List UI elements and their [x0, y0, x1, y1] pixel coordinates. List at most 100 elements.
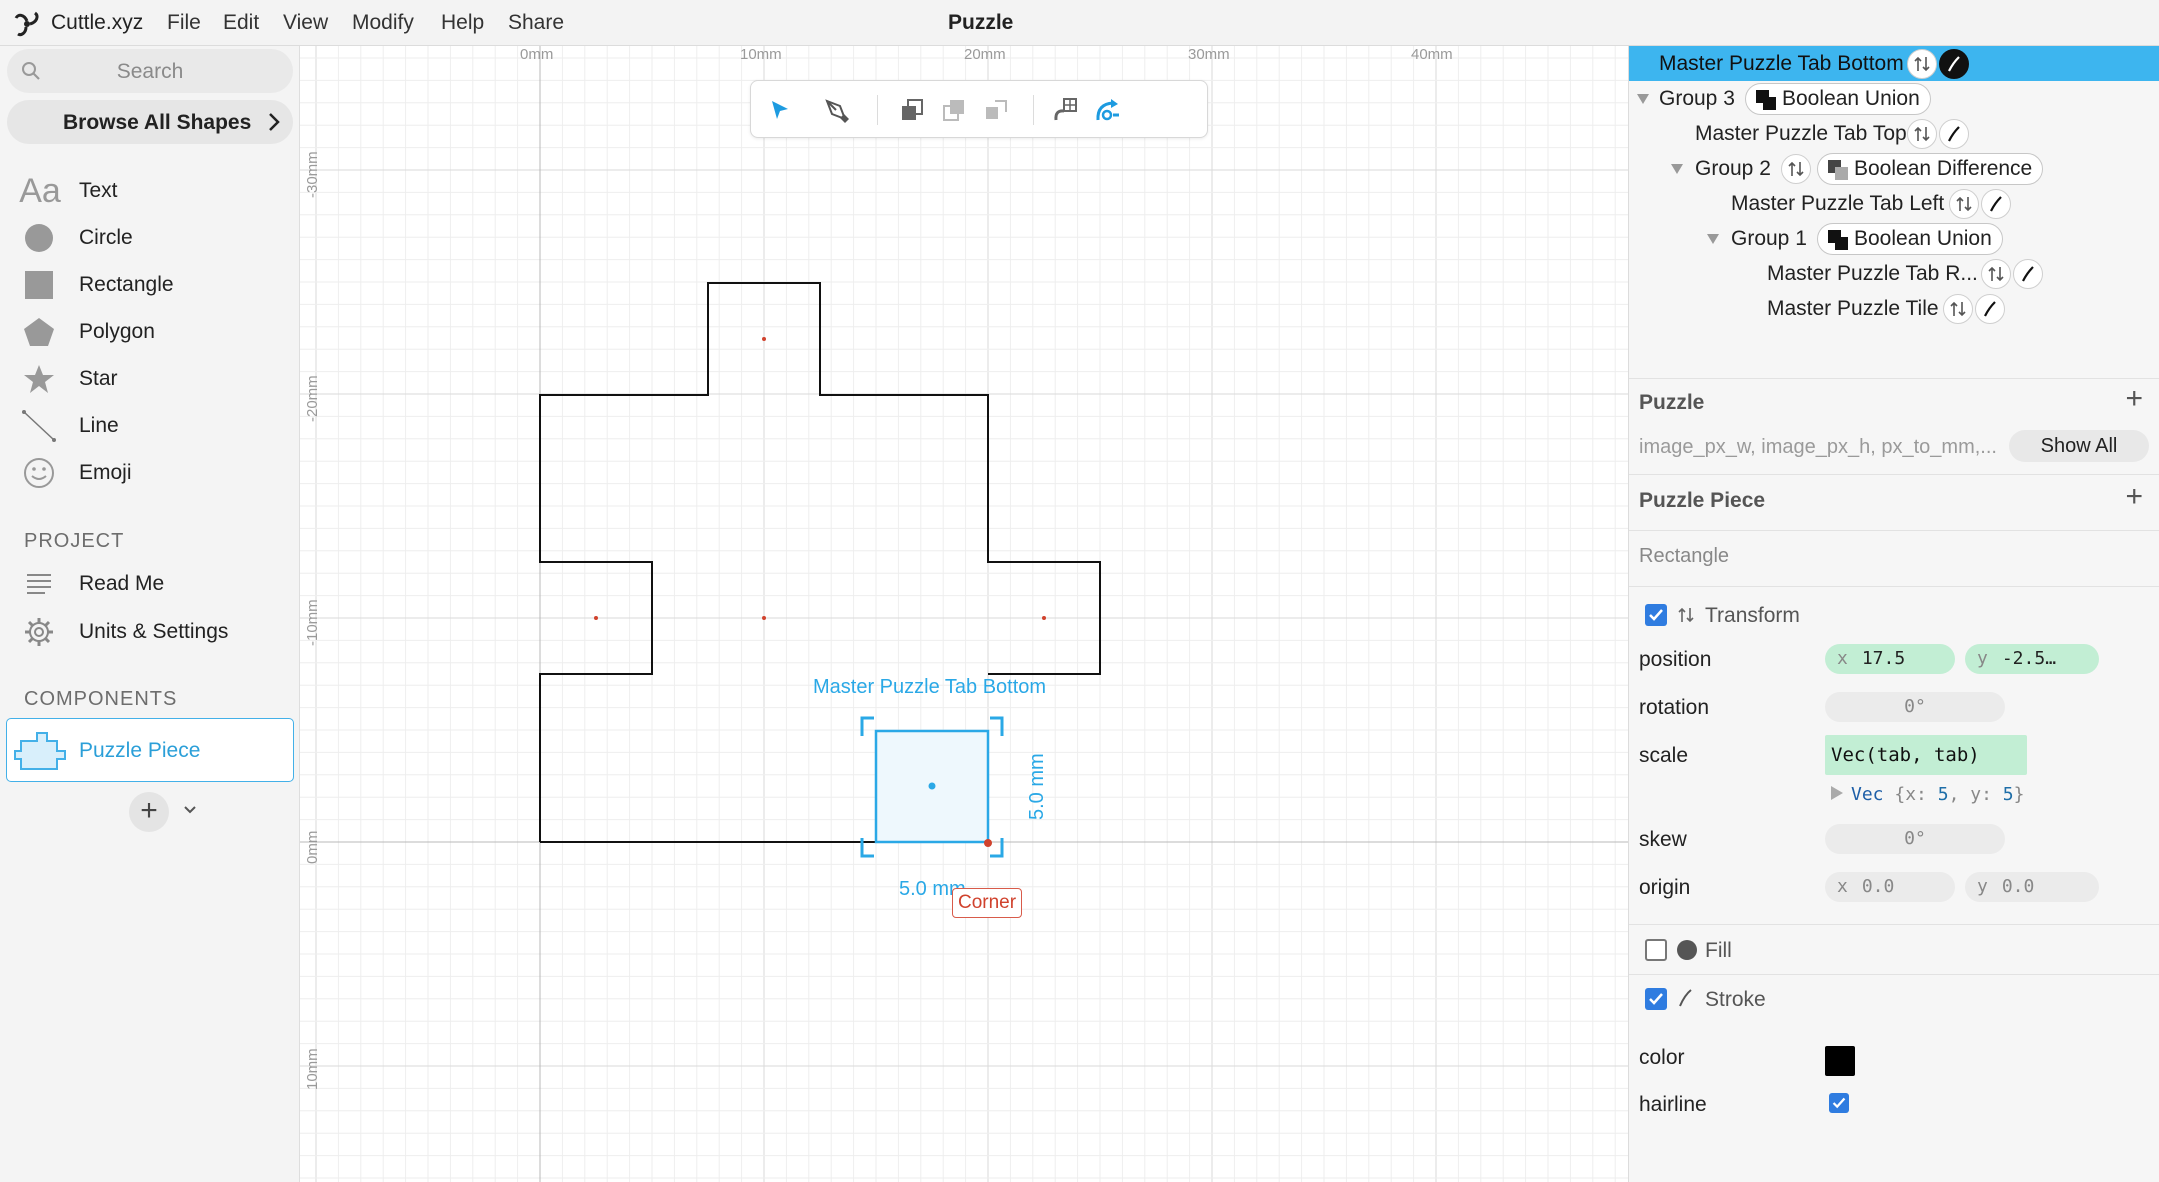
corner-point	[984, 839, 992, 847]
position-x-field[interactable]: x 17.5	[1825, 644, 1955, 674]
origin-x-field[interactable]: x 0.0	[1825, 872, 1955, 902]
stroke-path-icon[interactable]	[1939, 49, 1969, 79]
rotation-field[interactable]: 0°	[1825, 692, 2005, 722]
transform-icon	[1678, 607, 1694, 623]
shape-label: Star	[79, 367, 118, 390]
operation-label: Boolean Union	[1854, 227, 1992, 250]
send-backward-icon[interactable]	[937, 93, 971, 127]
chevron-down-icon[interactable]	[182, 802, 198, 818]
triangle-down-icon[interactable]	[1637, 94, 1649, 104]
select-arrow-icon[interactable]	[763, 93, 797, 127]
origin-y-field[interactable]: y 0.0	[1965, 872, 2099, 902]
stroke-path-icon[interactable]	[2013, 259, 2043, 289]
fill-checkbox[interactable]	[1645, 939, 1667, 961]
menu-modify[interactable]: Modify	[352, 11, 414, 35]
operation-label: Boolean Union	[1782, 87, 1920, 110]
tree-row-group-1[interactable]: Group 1 Boolean Union	[1629, 221, 2159, 256]
tree-row-label: Group 3	[1659, 87, 1735, 110]
transform-checkbox[interactable]	[1645, 604, 1667, 626]
bring-forward-icon[interactable]	[895, 93, 929, 127]
app-name[interactable]: Cuttle.xyz	[51, 11, 143, 35]
stroke-checkbox[interactable]	[1645, 988, 1667, 1010]
shape-item-star[interactable]: Star	[0, 356, 300, 400]
menu-edit[interactable]: Edit	[223, 11, 259, 35]
gear-icon	[22, 617, 56, 647]
cuttle-logo-icon[interactable]	[12, 10, 42, 38]
triangle-down-icon[interactable]	[1671, 164, 1683, 174]
hairline-checkbox[interactable]	[1829, 1093, 1849, 1113]
divider	[1629, 378, 2159, 379]
stroke-path-icon[interactable]	[1939, 119, 1969, 149]
shape-item-line[interactable]: Line	[0, 403, 300, 447]
add-component-button[interactable]: +	[129, 792, 169, 832]
triangle-down-icon[interactable]	[1707, 234, 1719, 244]
tree-row-label: Master Puzzle Tile	[1767, 297, 1939, 320]
scale-evaluated-value[interactable]: Vec {x: 5, y: 5}	[1831, 784, 2024, 805]
stroke-path-icon	[1679, 989, 1692, 1007]
project-item-read-me[interactable]: Read Me	[0, 561, 300, 605]
tree-row-label: Master Puzzle Tab Left	[1731, 192, 1945, 215]
transform-icon[interactable]	[1981, 259, 2011, 289]
pen-icon[interactable]	[819, 93, 853, 127]
shape-item-emoji[interactable]: Emoji	[0, 450, 300, 494]
tree-row-master-puzzle-tab-top[interactable]: Master Puzzle Tab Top	[1629, 116, 2159, 151]
position-y-field[interactable]: y -2.5…	[1965, 644, 2099, 674]
transform-icon[interactable]	[1943, 294, 1973, 324]
document-title[interactable]: Puzzle	[948, 11, 1013, 35]
stroke-path-icon[interactable]	[1981, 189, 2011, 219]
shape-item-rectangle[interactable]: Rectangle	[0, 262, 300, 306]
design-canvas[interactable]: 0mm 10mm 20mm 30mm 40mm -30mm -20mm -10m…	[300, 46, 1628, 1182]
puzzle-piece-icon	[14, 732, 66, 770]
skew-field[interactable]: 0°	[1825, 824, 2005, 854]
scale-field[interactable]: Vec(tab, tab)	[1825, 735, 2027, 775]
boolean-difference-pill[interactable]: Boolean Difference	[1817, 153, 2044, 185]
component-puzzle-piece[interactable]: Puzzle Piece	[6, 718, 294, 782]
transform-icon[interactable]	[1949, 189, 1979, 219]
fill-circle-icon	[1677, 940, 1697, 960]
boolean-union-pill[interactable]: Boolean Union	[1745, 83, 1931, 115]
shape-item-text[interactable]: Aa Text	[0, 168, 300, 212]
center-point	[1042, 616, 1046, 620]
tree-row-master-puzzle-tab-bottom[interactable]: Master Puzzle Tab Bottom	[1629, 46, 2159, 81]
flip-icon[interactable]	[979, 93, 1013, 127]
tree-row-master-puzzle-tile[interactable]: Master Puzzle Tile	[1629, 291, 2159, 326]
add-parameter-button[interactable]: +	[2125, 382, 2143, 416]
boolean-union-pill[interactable]: Boolean Union	[1817, 223, 2003, 255]
divider	[1629, 924, 2159, 925]
stroke-path-icon[interactable]	[1975, 294, 2005, 324]
transform-icon[interactable]	[1907, 119, 1937, 149]
menu-bar: Cuttle.xyz File Edit View Modify Help Sh…	[0, 0, 2159, 46]
stroke-color-swatch[interactable]	[1825, 1046, 1855, 1076]
menu-file[interactable]: File	[167, 11, 201, 35]
boolean-union-icon	[1828, 230, 1848, 250]
position-label: position	[1639, 648, 1712, 671]
shape-label: Emoji	[79, 461, 132, 484]
tree-row-group-3[interactable]: Group 3 Boolean Union	[1629, 81, 2159, 116]
menu-view[interactable]: View	[283, 11, 328, 35]
center-point	[594, 616, 598, 620]
tree-row-master-puzzle-tab-left[interactable]: Master Puzzle Tab Left	[1629, 186, 2159, 221]
transform-icon[interactable]	[1907, 49, 1937, 79]
shape-label: Text	[79, 179, 118, 202]
tree-row-master-puzzle-tab-right[interactable]: Master Puzzle Tab R...	[1629, 256, 2159, 291]
search-input[interactable]: Search	[7, 49, 293, 93]
project-item-units-settings[interactable]: Units & Settings	[0, 609, 300, 653]
tree-row-label: Master Puzzle Tab Bottom	[1659, 52, 1904, 75]
puzzle-section-header: Puzzle	[1639, 391, 1705, 414]
menu-share[interactable]: Share	[508, 11, 564, 35]
show-all-button[interactable]: Show All	[2009, 430, 2149, 462]
transform-icon[interactable]	[1781, 154, 1811, 184]
shape-item-circle[interactable]: Circle	[0, 215, 300, 259]
star-icon	[22, 364, 56, 394]
transform-label: Transform	[1705, 604, 1800, 627]
tree-row-group-2[interactable]: Group 2 Boolean Difference	[1629, 151, 2159, 186]
shape-item-polygon[interactable]: Polygon	[0, 309, 300, 353]
puzzle-piece-section-header: Puzzle Piece	[1639, 489, 1766, 512]
puzzle-outline	[539, 282, 1101, 842]
add-piece-parameter-button[interactable]: +	[2125, 480, 2143, 514]
rotate-tool-icon[interactable]	[1091, 93, 1125, 127]
left-sidebar: Search Browse All Shapes Aa Text Circle …	[0, 46, 300, 1182]
menu-help[interactable]: Help	[441, 11, 484, 35]
browse-all-shapes-button[interactable]: Browse All Shapes	[7, 100, 293, 144]
link-icon[interactable]	[1049, 93, 1083, 127]
